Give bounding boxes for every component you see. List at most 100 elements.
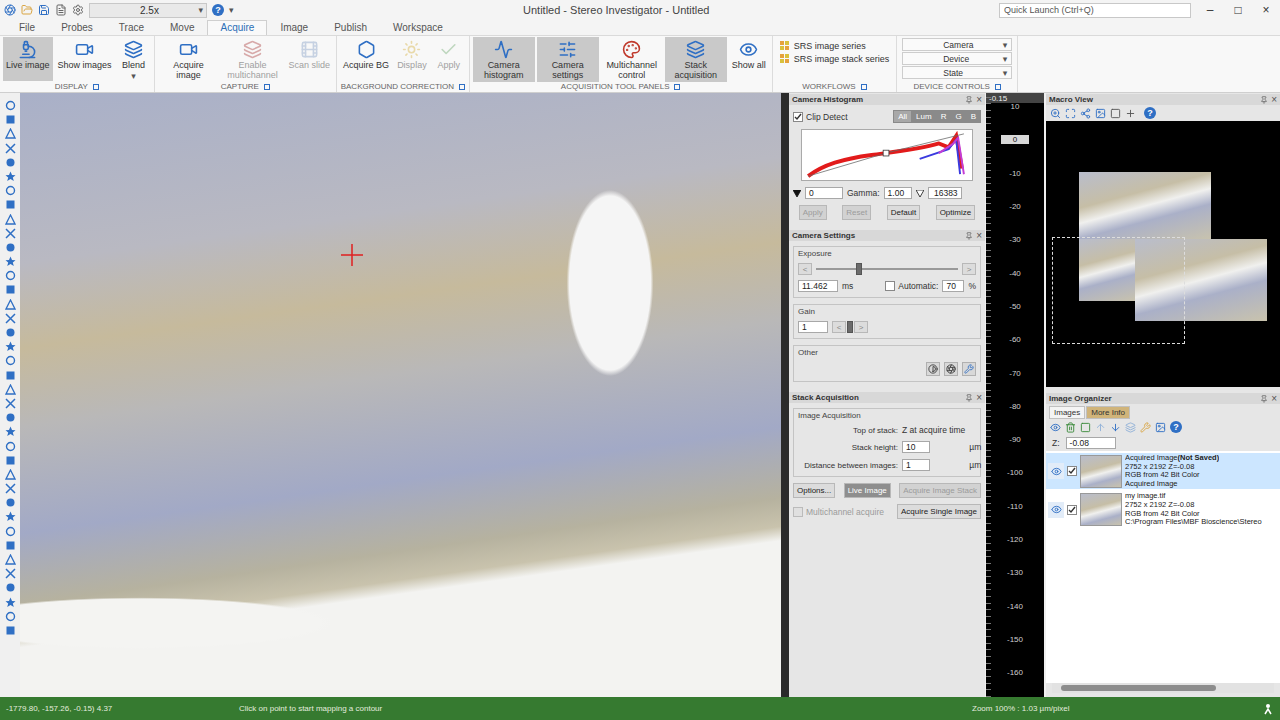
frame-icon[interactable] [1110,108,1121,119]
ribbon-button[interactable]: Live image [3,37,53,81]
drawing-tool-icon[interactable] [5,540,16,551]
visibility-toggle[interactable] [1048,463,1064,479]
pin-icon[interactable] [965,232,973,240]
drawing-tool-icon[interactable] [5,157,16,168]
ribbon-tab[interactable]: Image [267,20,321,35]
ribbon-button[interactable]: Multichannel control [601,37,663,82]
drawing-tool-icon[interactable] [5,625,16,636]
ribbon-button[interactable]: Acquire image [158,37,220,82]
ribbon-tab[interactable]: Workspace [380,20,456,35]
device-dropdown[interactable]: State▾ [902,66,1012,79]
clip-detect[interactable]: Clip Detect [793,112,848,122]
add-icon[interactable] [1125,108,1136,119]
ribbon-tab[interactable]: Publish [321,20,380,35]
fit-icon[interactable] [1065,108,1076,119]
share-icon[interactable] [1080,108,1091,119]
drawing-tool-icon[interactable] [5,256,16,267]
drawing-tool-icon[interactable] [5,143,16,154]
contrast-button[interactable] [926,362,940,376]
increase-button[interactable]: > [854,321,868,333]
window-control[interactable]: × [1252,3,1280,17]
close-button[interactable]: × [976,393,982,403]
device-dropdown[interactable]: Camera▾ [902,38,1012,51]
checkbox[interactable] [793,507,803,517]
drawing-tool-icon[interactable] [5,426,16,437]
zoom-in-icon[interactable] [1050,108,1061,119]
histogram-chart[interactable] [801,129,973,181]
drawing-tool-icon[interactable] [5,114,16,125]
settings-icon[interactable] [72,4,84,16]
drawing-tool-icon[interactable] [5,100,16,111]
black-level-field[interactable]: 0 [805,187,843,199]
splitter[interactable] [781,93,789,697]
drawing-tool-icon[interactable] [5,299,16,310]
drawing-tool-icon[interactable] [5,284,16,295]
ribbon-button[interactable]: Display [394,37,430,81]
down-arrow-icon[interactable] [1110,422,1121,433]
white-point-icon[interactable] [916,190,924,197]
drawing-tool-icon[interactable] [5,511,16,522]
histogram-button[interactable]: Apply [799,205,827,220]
drawing-tool-icon[interactable] [5,214,16,225]
image-row[interactable]: my image.tif2752 x 2192 Z=-0.08RGB from … [1046,491,1280,527]
histogram-button[interactable]: Default [887,205,920,220]
visibility-toggle[interactable] [1048,502,1064,518]
help-button[interactable]: ? [212,4,224,16]
view-rectangle[interactable] [1052,237,1185,344]
window-control[interactable]: – [1196,3,1224,17]
drawing-tool-icon[interactable] [5,483,16,494]
histogram-button[interactable]: Optimize [936,205,976,220]
channel-button[interactable]: B [967,111,980,122]
drawing-tool-icon[interactable] [5,597,16,608]
workflow-link[interactable]: SRS image stack series [780,54,890,64]
slider-thumb[interactable] [856,263,862,275]
decrease-button[interactable]: < [798,263,812,275]
drawing-tool-icon[interactable] [5,171,16,182]
acquire-single-button[interactable]: Acquire Single Image [897,504,981,519]
launcher-icon[interactable] [93,84,99,90]
form-field[interactable]: 10 [902,441,930,453]
horizontal-scrollbar[interactable] [1052,683,1274,693]
channel-button[interactable]: G [951,111,965,122]
eye-icon[interactable] [1050,422,1061,433]
histogram-button[interactable]: Reset [842,205,871,220]
drawing-tool-icon[interactable] [5,568,16,579]
pin-icon[interactable] [965,96,973,104]
pin-icon[interactable] [1260,96,1268,104]
drawing-tool-icon[interactable] [5,341,16,352]
drawing-tool-icon[interactable] [5,412,16,423]
form-field[interactable]: 1 [902,459,930,471]
drawing-tool-icon[interactable] [5,554,16,565]
channel-button[interactable]: R [937,111,951,122]
ribbon-tab[interactable]: Move [157,20,207,35]
ribbon-button[interactable]: Show all [729,37,769,81]
channel-button[interactable]: All [894,111,911,122]
drawing-tool-icon[interactable] [5,355,16,366]
close-button[interactable]: × [976,95,982,105]
drawing-tool-icon[interactable] [5,611,16,622]
save-icon[interactable] [38,4,50,16]
drawing-tool-icon[interactable] [5,526,16,537]
ribbon-tab[interactable]: Probes [48,20,106,35]
layers-icon[interactable] [1125,422,1136,433]
checkbox[interactable] [1067,505,1077,515]
drawing-tool-icon[interactable] [5,128,16,139]
drawing-tool-icon[interactable] [5,398,16,409]
drawing-tool-icon[interactable] [5,327,16,338]
ribbon-button[interactable]: Enable multichannel [222,37,284,82]
channel-button[interactable]: Lum [912,111,936,122]
drawing-tool-icon[interactable] [5,313,16,324]
image-icon[interactable] [1095,108,1106,119]
checkbox[interactable] [1067,466,1077,476]
focus-ruler[interactable]: -0.15100-10-20-30-40-50-60-70-80-90-100-… [986,93,1044,697]
trash-icon[interactable] [1065,422,1076,433]
stack-button[interactable]: Options... [793,483,835,498]
slider-track[interactable] [816,268,958,270]
image-view[interactable] [20,93,781,697]
up-arrow-icon[interactable] [1095,422,1106,433]
drawing-tool-icon[interactable] [5,242,16,253]
drawing-tool-icon[interactable] [5,185,16,196]
ribbon-button[interactable]: Show images [55,37,115,81]
ribbon-button[interactable]: Apply [432,37,466,81]
ribbon-button[interactable]: Blend▾ [117,37,151,83]
